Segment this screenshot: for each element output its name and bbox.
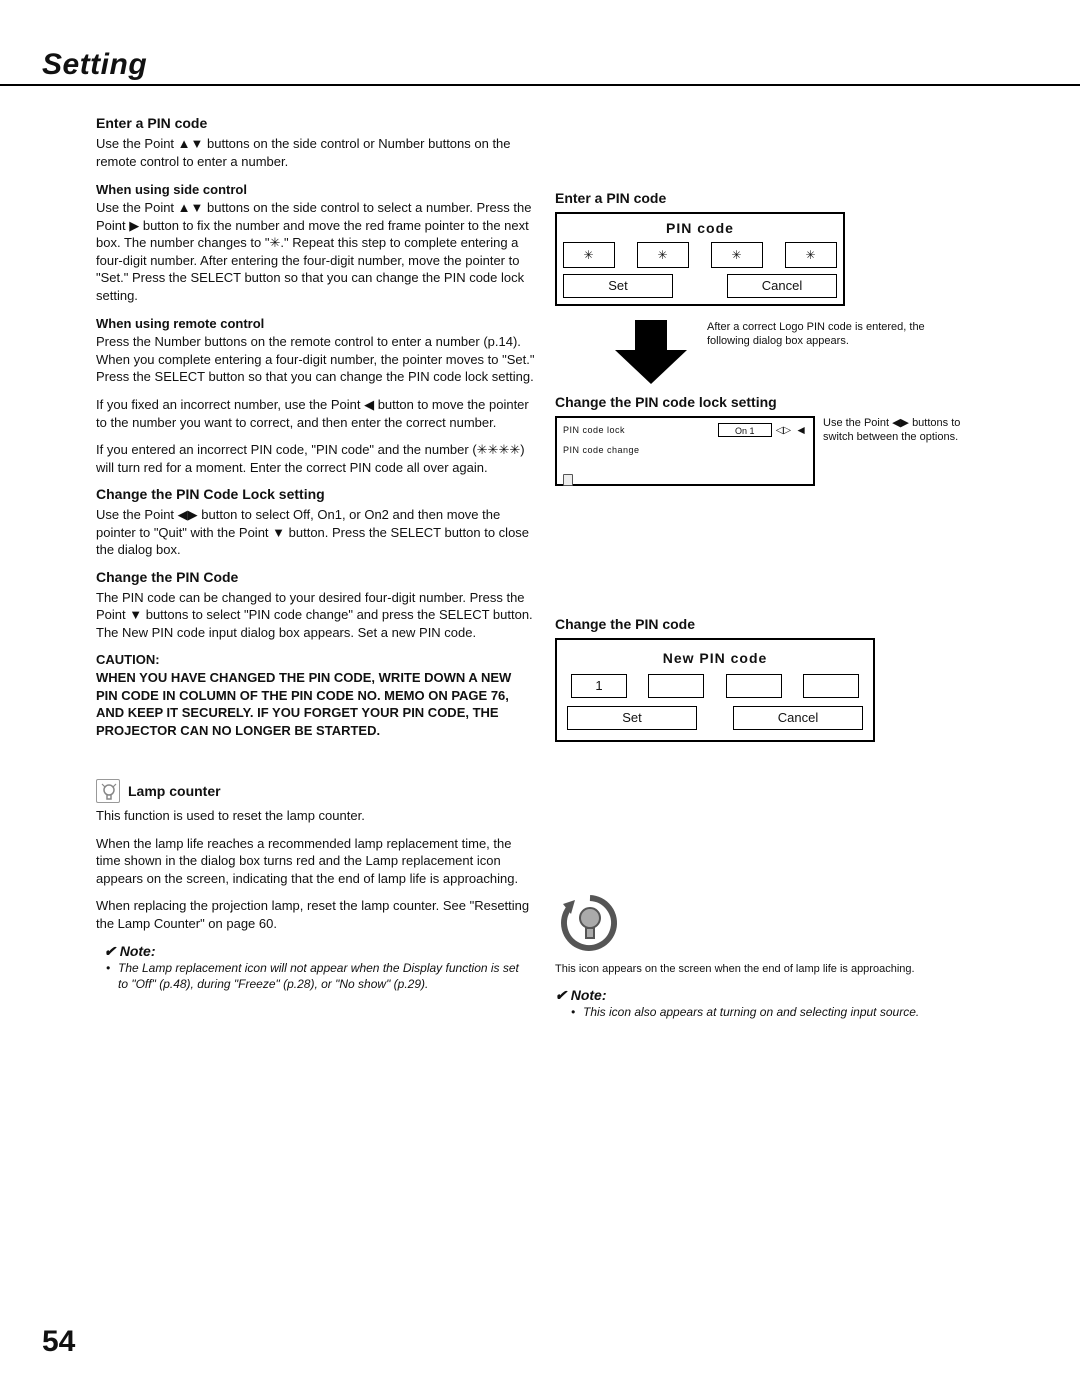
new-pin-box-2[interactable] — [648, 674, 704, 698]
arrow-caption: After a correct Logo PIN code is entered… — [707, 320, 937, 349]
switch-icon: ◁▷ — [776, 425, 791, 436]
down-arrow-icon — [615, 320, 687, 384]
set-button[interactable]: Set — [563, 274, 673, 298]
new-pin-box-4[interactable] — [803, 674, 859, 698]
wrong-pin-text: If you entered an incorrect PIN code, "P… — [96, 441, 536, 476]
pointer-left-icon: ◄ — [795, 423, 807, 437]
heading-lamp-counter: Lamp counter — [128, 783, 221, 799]
lock-row-label-1: PIN code lock — [563, 425, 625, 435]
fix-number-text: If you fixed an incorrect number, use th… — [96, 396, 536, 431]
heading-change-lock: Change the PIN Code Lock setting — [96, 486, 536, 502]
remote-control-body: Press the Number buttons on the remote c… — [96, 333, 536, 386]
lock-dialog: PIN code lock On 1 ◁▷ ◄ PIN code change — [555, 416, 815, 486]
new-cancel-button[interactable]: Cancel — [733, 706, 863, 730]
right-column: Enter a PIN code PIN code ✳ ✳ ✳ ✳ Set Ca… — [555, 190, 1025, 1020]
cancel-button[interactable]: Cancel — [727, 274, 837, 298]
pin-dialog-title: PIN code — [563, 220, 837, 236]
caution-label: CAUTION: — [96, 651, 536, 669]
lamp-counter-icon — [96, 779, 120, 803]
heading-enter-pin: Enter a PIN code — [96, 115, 536, 131]
pin-box-4[interactable]: ✳ — [785, 242, 837, 268]
page-number: 54 — [42, 1325, 75, 1359]
heading-remote-control: When using remote control — [96, 316, 536, 331]
note-label-left: ✔Note: — [104, 943, 536, 960]
lamp-life-icon — [559, 892, 621, 954]
side-control-body: Use the Point ▲▼ buttons on the side con… — [96, 199, 536, 304]
left-column: Enter a PIN code Use the Point ▲▼ button… — [96, 115, 536, 992]
lock-side-text: Use the Point ◀▶ buttons to switch betwe… — [823, 416, 983, 445]
new-pin-title: New PIN code — [567, 650, 863, 666]
note-label-right: ✔Note: — [555, 987, 1025, 1004]
lamp-counter-p2: When the lamp life reaches a recommended… — [96, 835, 536, 888]
new-pin-box-1[interactable]: 1 — [571, 674, 627, 698]
lock-row-label-2: PIN code change — [563, 445, 640, 455]
note-item-left: The Lamp replacement icon will not appea… — [104, 960, 524, 992]
pin-box-1[interactable]: ✳ — [563, 242, 615, 268]
heading-side-control: When using side control — [96, 182, 536, 197]
caution-body: WHEN YOU HAVE CHANGED THE PIN CODE, WRIT… — [96, 669, 536, 739]
pin-box-2[interactable]: ✳ — [637, 242, 689, 268]
heading-change-pin: Change the PIN Code — [96, 569, 536, 585]
pin-code-dialog: PIN code ✳ ✳ ✳ ✳ Set Cancel — [555, 212, 845, 306]
lamp-icon-caption: This icon appears on the screen when the… — [555, 962, 975, 977]
lamp-counter-p3: When replacing the projection lamp, rese… — [96, 897, 536, 932]
heading-lock-setting: Change the PIN code lock setting — [555, 394, 1025, 410]
new-pin-box-3[interactable] — [726, 674, 782, 698]
heading-enter-pin-right: Enter a PIN code — [555, 190, 1025, 206]
lock-value[interactable]: On 1 — [718, 423, 772, 437]
page-title: Setting — [42, 48, 147, 82]
check-icon: ✔ — [104, 943, 116, 960]
new-pin-dialog: New PIN code 1 Set Cancel — [555, 638, 875, 742]
quit-icon[interactable] — [563, 474, 573, 486]
note-item-right: This icon also appears at turning on and… — [569, 1004, 929, 1020]
check-icon-right: ✔ — [555, 987, 567, 1004]
heading-change-pin-right: Change the PIN code — [555, 616, 1025, 632]
change-pin-body: The PIN code can be changed to your desi… — [96, 589, 536, 642]
lamp-counter-p1: This function is used to reset the lamp … — [96, 807, 536, 825]
title-rule — [0, 84, 1080, 86]
change-lock-body: Use the Point ◀▶ button to select Off, O… — [96, 506, 536, 559]
enter-pin-intro: Use the Point ▲▼ buttons on the side con… — [96, 135, 536, 170]
arrow-block: After a correct Logo PIN code is entered… — [555, 320, 1025, 384]
new-set-button[interactable]: Set — [567, 706, 697, 730]
pin-box-3[interactable]: ✳ — [711, 242, 763, 268]
